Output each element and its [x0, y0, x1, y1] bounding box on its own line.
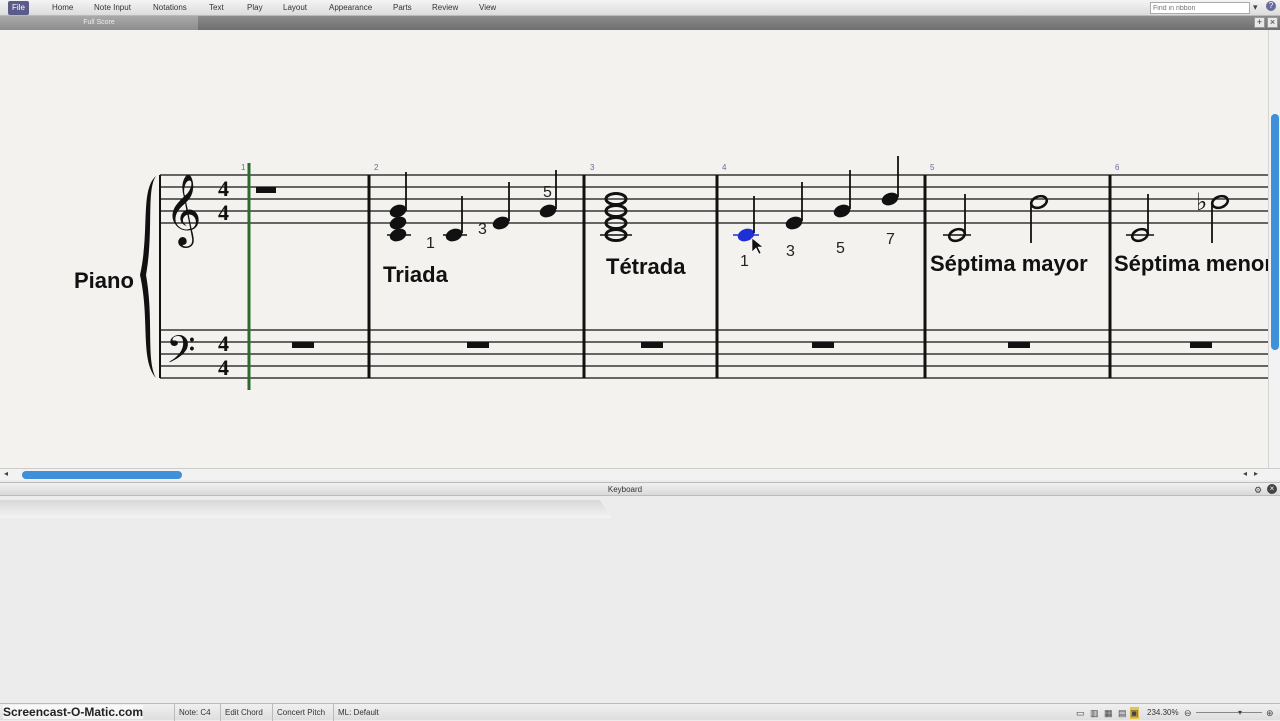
- label-septima-menor: Séptima menor: [1114, 251, 1268, 276]
- panel-close-icon[interactable]: ×: [1267, 484, 1277, 494]
- flat-accidental-icon: ♭: [1196, 188, 1207, 216]
- label-septima-mayor: Séptima mayor: [930, 251, 1088, 276]
- keyboard-panel-toolbar: [0, 500, 612, 518]
- fingering-5: 5: [836, 240, 845, 257]
- menu-file[interactable]: File: [8, 1, 29, 15]
- whole-rest-bass-m6: [1190, 342, 1212, 348]
- scroll-left-end-icon[interactable]: ◂: [1243, 468, 1247, 480]
- view-spread-icon[interactable]: ▦: [1104, 707, 1113, 719]
- zoom-level: 234.30%: [1147, 708, 1179, 717]
- ribbon-menubar: File Home Note Input Notations Text Play…: [0, 0, 1280, 16]
- horizontal-scrollbar[interactable]: ◂ ◂ ▸: [0, 468, 1280, 480]
- measure-number-1: 1: [241, 163, 246, 172]
- screencast-watermark: Screencast-O-Matic.com: [3, 705, 144, 719]
- note: [539, 204, 557, 218]
- scroll-left-icon[interactable]: ◂: [4, 468, 8, 480]
- bass-time-bottom: 4: [218, 355, 229, 380]
- menu-parts[interactable]: Parts: [389, 1, 416, 15]
- zoom-slider[interactable]: [1196, 712, 1262, 713]
- help-icon[interactable]: ?: [1266, 1, 1276, 11]
- fingering-3: 3: [786, 243, 795, 260]
- whole-rest-treble-m1: [256, 187, 276, 193]
- fingering-3: 3: [478, 221, 487, 238]
- status-concert-pitch[interactable]: Concert Pitch: [272, 704, 325, 721]
- menu-note-input[interactable]: Note Input: [90, 1, 135, 15]
- zoom-in-icon[interactable]: ⊕: [1266, 707, 1274, 719]
- status-edit-chord: Edit Chord: [220, 704, 263, 721]
- measure-2-notes: [387, 170, 557, 242]
- fingering-5: 5: [543, 184, 552, 201]
- instrument-name: Piano: [74, 268, 134, 293]
- scroll-right-icon[interactable]: ▸: [1254, 468, 1258, 480]
- menu-play[interactable]: Play: [243, 1, 267, 15]
- vertical-scrollbar[interactable]: [1268, 30, 1280, 468]
- menu-layout[interactable]: Layout: [279, 1, 311, 15]
- measure-5-notes: [943, 194, 1049, 243]
- fingering-1: 1: [740, 253, 749, 270]
- measure-number-3: 3: [590, 163, 595, 172]
- note: [389, 204, 407, 218]
- vertical-scroll-thumb[interactable]: [1271, 114, 1279, 350]
- status-magnetic-layout: ML: Default: [333, 704, 379, 721]
- whole-rest-bass-m1: [292, 342, 314, 348]
- treble-time-bottom: 4: [218, 200, 229, 225]
- label-tetrada: Tétrada: [606, 254, 686, 279]
- label-triada: Triada: [383, 262, 449, 287]
- view-continuous-icon[interactable]: ▤: [1118, 707, 1127, 719]
- view-mode-icon[interactable]: ▭: [1076, 707, 1085, 719]
- treble-clef-icon: 𝄞: [165, 172, 202, 248]
- whole-rest-bass-m4: [812, 342, 834, 348]
- view-pages-icon[interactable]: ▥: [1090, 707, 1099, 719]
- score-svg: 𝄞 𝄢 4 4 4 4 Piano 1 2 3 4 5 6 1 3 5 Tria: [74, 156, 1268, 390]
- keyboard-panel-titlebar: Keyboard ⚙ ×: [0, 482, 1280, 496]
- panel-settings-icon[interactable]: ⚙: [1254, 484, 1262, 496]
- measure-number-4: 4: [722, 163, 727, 172]
- whole-rest-bass-m3: [641, 342, 663, 348]
- score-tab-bar: Full Score + ×: [0, 16, 1280, 30]
- menu-home[interactable]: Home: [48, 1, 77, 15]
- note: [492, 216, 510, 230]
- menu-review[interactable]: Review: [428, 1, 462, 15]
- fingering-7: 7: [886, 231, 895, 248]
- note: [785, 216, 803, 230]
- measure-number-6: 6: [1115, 163, 1120, 172]
- ribbon-collapse-icon[interactable]: ▾: [1253, 1, 1258, 13]
- measure-3-notes: [600, 192, 632, 242]
- keyboard-panel-title: Keyboard: [607, 485, 643, 494]
- tab-full-score[interactable]: Full Score: [0, 16, 198, 30]
- menu-notations[interactable]: Notations: [149, 1, 191, 15]
- bass-staff: [160, 329, 1268, 379]
- zoom-slider-thumb[interactable]: ▾: [1238, 707, 1242, 719]
- measure-6-notes: [1126, 194, 1230, 243]
- note: [881, 192, 899, 206]
- menu-view[interactable]: View: [475, 1, 500, 15]
- treble-time-top: 4: [218, 176, 229, 201]
- measure-number-2: 2: [374, 163, 379, 172]
- note: [389, 216, 407, 230]
- horizontal-scroll-thumb[interactable]: [22, 471, 182, 479]
- score-canvas[interactable]: 𝄞 𝄢 4 4 4 4 Piano 1 2 3 4 5 6 1 3 5 Tria: [0, 30, 1268, 468]
- find-in-ribbon-input[interactable]: [1150, 2, 1250, 14]
- add-tab-icon[interactable]: +: [1254, 17, 1265, 28]
- status-note: Note: C4: [174, 704, 211, 721]
- menu-text[interactable]: Text: [205, 1, 228, 15]
- status-bar: Screencast-O-Matic.com Note: C4 Edit Cho…: [0, 703, 1280, 721]
- mouse-cursor-icon: [751, 237, 764, 255]
- treble-staff: [160, 174, 1268, 224]
- close-tab-icon[interactable]: ×: [1267, 17, 1278, 28]
- whole-rest-bass-m5: [1008, 342, 1030, 348]
- whole-rest-bass-m2: [467, 342, 489, 348]
- note: [833, 204, 851, 218]
- grand-staff-brace: [140, 176, 156, 378]
- view-panorama-icon[interactable]: ▣: [1130, 707, 1139, 719]
- fingering-1: 1: [426, 235, 435, 252]
- zoom-out-icon[interactable]: ⊖: [1184, 707, 1192, 719]
- menu-appearance[interactable]: Appearance: [325, 1, 376, 15]
- bass-time-top: 4: [218, 331, 229, 356]
- measure-number-5: 5: [930, 163, 935, 172]
- bass-clef-icon: 𝄢: [166, 327, 196, 381]
